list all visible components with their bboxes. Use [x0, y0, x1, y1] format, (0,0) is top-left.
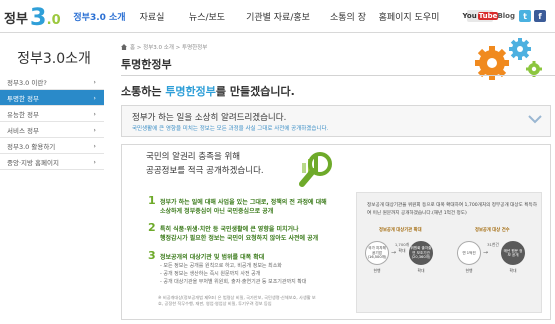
- youtube-tube-label: Tube: [477, 12, 499, 20]
- blog-link[interactable]: Blog: [497, 12, 515, 20]
- panel-heading-line2: 공공정보를 적극 공개하겠습니다.: [146, 166, 264, 176]
- point-3: 3 정보공개의 대상기관 및 범위를 대폭 확대 - 모든 정보는 공개를 원칙…: [148, 250, 360, 286]
- point-2-line2: 행정감시가 필요한 정보는 국민이 요청하지 않아도 사전에 공개: [160, 235, 319, 242]
- sidebar-item-competent-gov[interactable]: 유능한 정부 ›: [0, 106, 104, 122]
- home-icon[interactable]: [121, 44, 127, 50]
- sidebar-menu: 정부3.0 이란? › 투명한 정부 › 유능한 정부 › 서비스 정부 › 정부3.0…: [0, 74, 104, 170]
- circle-current-count: 연 1억건: [457, 241, 481, 265]
- chevron-right-icon: ›: [93, 141, 96, 150]
- point-3-number: 3: [148, 249, 156, 262]
- point-1: 1 정부가 하는 일에 대해 사업을 있는 그대로, 정책의 전 과정에 대해 …: [148, 195, 360, 216]
- chevron-right-icon: ›: [93, 109, 96, 118]
- nav-communication[interactable]: 소통의 장: [319, 10, 377, 23]
- twitter-icon[interactable]: t: [519, 10, 531, 22]
- intro-before: 소통하는: [121, 85, 166, 98]
- sidebar-item-label: 정부3.0 활용하기: [7, 142, 56, 151]
- notice-title: 정부가 하는 일을 소상히 알려드리겠습니다.: [132, 113, 287, 123]
- point-1-line1: 정부가 하는 일에 대해 사업을 있는 그대로, 정책의 전 과정에 대해: [160, 199, 327, 206]
- title-divider: [121, 75, 555, 76]
- chevron-right-icon: ›: [93, 157, 96, 166]
- breadcrumb-text: 홈 > 정부3.0 소개 > 투명한정부: [130, 45, 208, 51]
- notice-subtitle: 국민생활에 큰 영향을 미치는 정보는 모든 과정을 사실 그대로 사전에 공개…: [132, 126, 329, 132]
- nav-agency-materials[interactable]: 기관별 자료/홍보: [237, 10, 319, 23]
- point-3-sub-1: - 모든 정보는 공개를 원칙으로 하고, 비공개 정보는 최소화: [160, 263, 282, 269]
- point-2-number: 2: [148, 221, 156, 234]
- intro-after: 를 만들겠습니다.: [215, 85, 295, 98]
- tag-expanded: 확대: [417, 268, 425, 273]
- top-navigation-bar: 정부 3 .0 정부3.0 소개 자료실 뉴스/보도 기관별 자료/홍보 소통의…: [0, 0, 555, 33]
- panel-heading-line1: 국민의 알권리 충족을 위해: [146, 152, 241, 162]
- intro-heading: 소통하는 투명한정부를 만들겠습니다.: [121, 83, 295, 99]
- notice-box[interactable]: 정부가 하는 일을 소상히 알려드리겠습니다. 국민생활에 큰 영향을 미치는 …: [121, 105, 551, 137]
- tag-current: 현행: [373, 268, 381, 273]
- sidebar-item-label: 유능한 정부: [7, 110, 39, 119]
- sidebar-item-label: 중앙·지방 홈페이지: [7, 158, 59, 167]
- youtube-icon[interactable]: You Tube: [462, 10, 499, 22]
- chevron-right-icon: ›: [93, 125, 96, 134]
- sidebar-item-label: 투명한 정부: [7, 94, 39, 103]
- label-target-agencies: 정보공개 대상기관 확대: [379, 228, 422, 233]
- arrow-icon: →: [483, 249, 489, 256]
- site-logo[interactable]: 정부 3 .0: [4, 4, 61, 30]
- point-2-line1: 특히 식품·위생·치안 등 국민생활에 큰 영향을 미치거나: [160, 226, 299, 233]
- sidebar-item-central-local-sites[interactable]: 중앙·지방 홈페이지 ›: [0, 154, 104, 170]
- chevron-right-icon: ›: [93, 77, 96, 86]
- logo-text: 정부: [4, 11, 28, 27]
- point-1-line2: 소상하게 정부중심이 아닌 국민중심으로 공개: [160, 208, 274, 215]
- nav-help[interactable]: 홈페이지 도우미: [377, 10, 441, 23]
- info-box-text: 정보공개 대상기관을 위원회 등으로 대폭 확대하여 1,700개처의 정부공개…: [367, 203, 537, 216]
- point-3-line1: 정보공개의 대상기관 및 범위를 대폭 확대: [160, 254, 265, 261]
- intro-highlight: 투명한정부: [165, 85, 216, 98]
- chevron-down-icon[interactable]: [528, 114, 542, 124]
- sidebar-title: 정부3.0소개: [17, 51, 91, 67]
- nav-news[interactable]: 뉴스/보도: [177, 10, 237, 23]
- logo-three: 3: [29, 3, 47, 31]
- social-links: You Tube Blog t f: [462, 10, 549, 22]
- gears-icon: [475, 38, 542, 80]
- point-1-number: 1: [148, 194, 156, 207]
- page: 정부 3 .0 정부3.0 소개 자료실 뉴스/보도 기관별 자료/홍보 소통의…: [0, 0, 555, 324]
- chevron-right-icon: ›: [93, 93, 96, 102]
- sidebar-item-label: 서비스 정부: [7, 126, 39, 135]
- sidebar-item-label: 정부3.0 이란?: [7, 78, 47, 87]
- breadcrumb: 홈 > 정부3.0 소개 > 투명한정부: [121, 43, 207, 51]
- tag-expanded: 확대: [509, 268, 517, 273]
- circle-current-agencies: 국가 지자체 공기업 (16,500개): [365, 241, 389, 265]
- nav-gov30-intro[interactable]: 정부3.0 소개: [72, 10, 127, 23]
- main-navigation: 정부3.0 소개 자료실 뉴스/보도 기관별 자료/홍보 소통의 장 홈페이지 …: [72, 10, 441, 23]
- sidebar-item-service-gov[interactable]: 서비스 정부 ›: [0, 122, 104, 138]
- footnote: ※ 비공개대상(정보공개법 제9조) 은 법령상 비밀, 국가안보, 국민생명·…: [158, 295, 316, 306]
- sidebar-item-transparent-gov[interactable]: 투명한 정부 ›: [0, 90, 104, 106]
- point-2: 2 특히 식품·위생·치안 등 국민생활에 큰 영향을 미치거나 행정감시가 필…: [148, 222, 360, 243]
- label-target-count: 정보공개 대상 건수: [475, 228, 510, 233]
- point-3-sub-3: - 공개 대상기관을 부처별 위원회, 출자·출연기관 등 보조기관까지 확대: [160, 279, 307, 285]
- nav-archive[interactable]: 자료실: [127, 10, 177, 23]
- content-panel: 국민의 알권리 충족을 위해 공공정보를 적극 공개하겠습니다. 1 정부가 하…: [121, 144, 551, 320]
- sidebar-item-what-is-gov30[interactable]: 정부3.0 이란? ›: [0, 74, 104, 90]
- magnifier-icon: [299, 152, 332, 187]
- logo-zero: .0: [46, 12, 61, 28]
- arrow-label-2: 31천건: [487, 242, 499, 247]
- sidebar-item-use-gov30[interactable]: 정부3.0 활용하기 ›: [0, 138, 104, 154]
- circle-expanded-count: 매년 원문 정보 공개: [501, 241, 525, 265]
- tag-current: 현행: [465, 268, 473, 273]
- page-title: 투명한정부: [121, 58, 172, 71]
- point-3-sub-2: - 공개 정보는 생산하는 즉시 원문까지 사전 공개: [160, 271, 261, 277]
- circle-expanded-agencies: 위원회 출자출연 보조기관 (20,360개): [409, 241, 433, 265]
- youtube-label: You: [462, 12, 477, 20]
- info-box: 정보공개 대상기관을 위원회 등으로 대폭 확대하여 1,700개처의 정부공개…: [356, 192, 542, 313]
- facebook-icon[interactable]: f: [534, 10, 546, 22]
